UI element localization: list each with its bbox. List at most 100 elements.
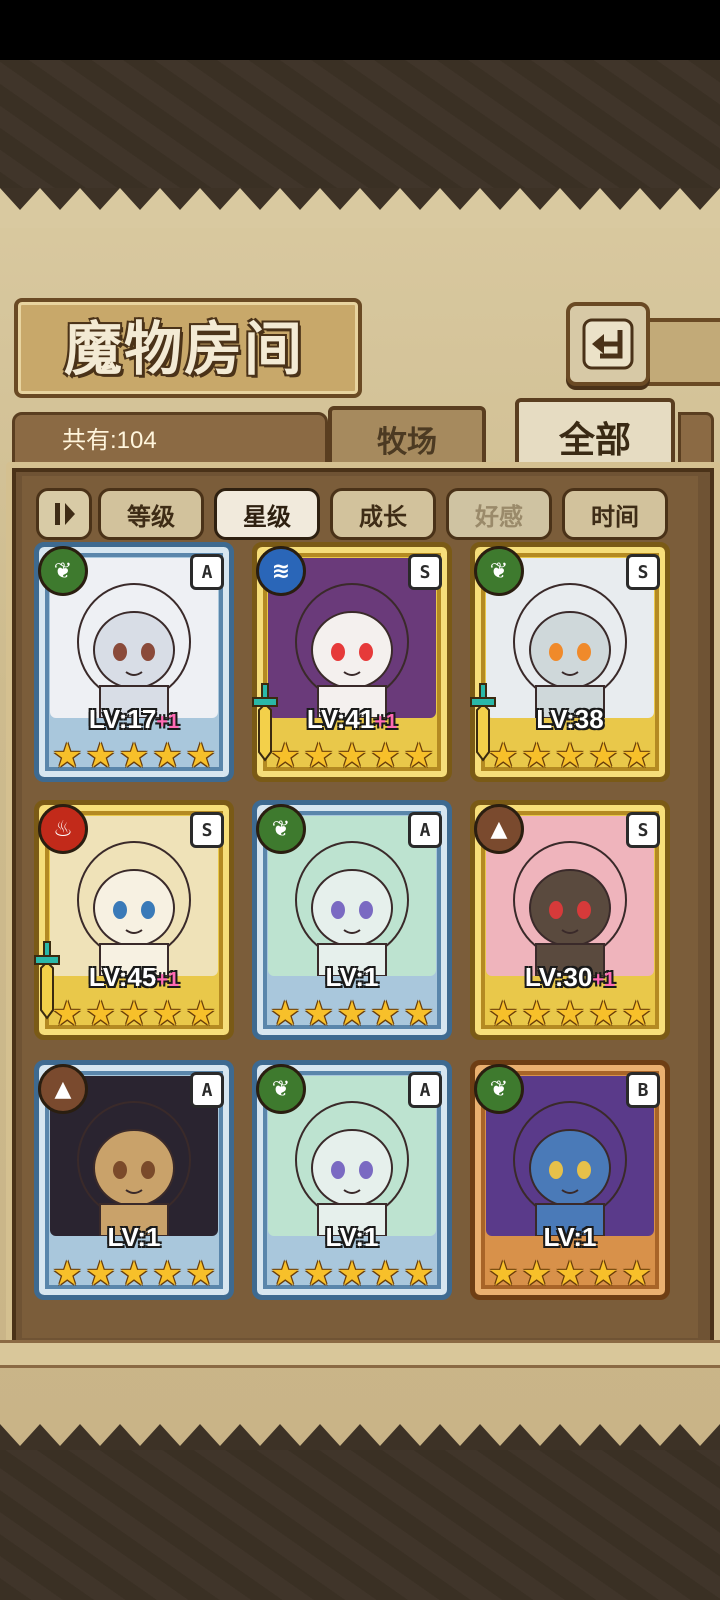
- star-icon: ★: [488, 1254, 519, 1294]
- star-icon: ★: [52, 1254, 83, 1294]
- star-icon: ★: [152, 994, 183, 1034]
- star-icon: ★: [152, 1254, 183, 1294]
- star-icon: ★: [370, 1254, 401, 1294]
- leaf-element-icon: ❦: [256, 1064, 306, 1114]
- level-bonus: +1: [374, 711, 398, 733]
- star-icon: ★: [303, 736, 334, 776]
- star-icon: ★: [303, 1254, 334, 1294]
- back-button-rail: [648, 318, 720, 386]
- star-icon: ★: [403, 1254, 434, 1294]
- background-map-bottom: [0, 1450, 720, 1600]
- star-icon: ★: [621, 736, 652, 776]
- star-icon: ★: [270, 736, 301, 776]
- monster-card[interactable]: ❦ S LV:38 ★ ★ ★ ★ ★: [470, 542, 670, 782]
- level-text: LV:1: [107, 1222, 161, 1252]
- sort-by-growth[interactable]: 成长: [330, 488, 436, 540]
- monster-card[interactable]: ▲ S LV:30+1 ★ ★ ★ ★ ★: [470, 800, 670, 1040]
- star-icon: ★: [185, 994, 216, 1034]
- level-text: LV:17: [88, 704, 157, 734]
- star-icon: ★: [521, 1254, 552, 1294]
- rank-badge: S: [626, 554, 660, 590]
- star-rating: ★ ★ ★ ★ ★: [52, 1256, 216, 1292]
- star-icon: ★: [370, 994, 401, 1034]
- star-icon: ★: [85, 994, 116, 1034]
- monster-card[interactable]: ❦ A LV:1 ★ ★ ★ ★ ★: [252, 800, 452, 1040]
- star-icon: ★: [336, 736, 368, 776]
- monster-count: 共有:104: [62, 427, 157, 454]
- rank-badge: A: [408, 1072, 442, 1108]
- star-rating: ★ ★ ★ ★ ★: [270, 738, 434, 774]
- star-icon: ★: [588, 994, 619, 1034]
- parchment-zigzag-bottom: [0, 1410, 720, 1450]
- level-text: LV:30: [524, 962, 593, 992]
- panel-bottom-rail: [0, 1340, 720, 1368]
- monster-card[interactable]: ♨ S LV:45+1 ★ ★ ★ ★ ★: [34, 800, 234, 1040]
- level-text: LV:1: [325, 962, 379, 992]
- level-text: LV:38: [536, 704, 604, 734]
- star-rating: ★ ★ ★ ★ ★: [52, 996, 216, 1032]
- status-bar: [0, 0, 720, 60]
- leaf-element-icon: ❦: [474, 1064, 524, 1114]
- star-icon: ★: [554, 736, 586, 776]
- page-title: 魔物房间: [63, 315, 304, 383]
- star-icon: ★: [521, 736, 552, 776]
- rank-badge: S: [190, 812, 224, 848]
- count-bar: [12, 412, 328, 468]
- star-icon: ★: [588, 1254, 619, 1294]
- monster-level: LV:17+1: [34, 704, 234, 735]
- star-icon: ★: [52, 994, 83, 1034]
- star-icon: ★: [152, 736, 183, 776]
- star-icon: ★: [488, 994, 519, 1034]
- star-icon: ★: [588, 736, 619, 776]
- star-icon: ★: [336, 994, 368, 1034]
- monster-level: LV:38: [470, 704, 670, 735]
- earth-element-icon: ▲: [38, 1064, 88, 1114]
- earth-element-icon: ▲: [474, 804, 524, 854]
- rank-badge: A: [190, 1072, 224, 1108]
- star-icon: ★: [554, 1254, 586, 1294]
- monster-card[interactable]: ≋ S LV:41+1 ★ ★ ★ ★ ★: [252, 542, 452, 782]
- sort-by-level[interactable]: 等级: [98, 488, 204, 540]
- sort-by-time[interactable]: 时间: [562, 488, 668, 540]
- rank-badge: A: [408, 812, 442, 848]
- star-rating: ★ ★ ★ ★ ★: [52, 738, 216, 774]
- star-icon: ★: [118, 736, 150, 776]
- back-button[interactable]: [566, 302, 650, 386]
- star-icon: ★: [85, 1254, 116, 1294]
- star-icon: ★: [85, 736, 116, 776]
- star-icon: ★: [488, 736, 519, 776]
- star-rating: ★ ★ ★ ★ ★: [270, 996, 434, 1032]
- level-bonus: +1: [156, 969, 180, 991]
- monster-level: LV:45+1: [34, 962, 234, 993]
- monster-card[interactable]: ▲ A LV:1 ★ ★ ★ ★ ★: [34, 1060, 234, 1300]
- star-rating: ★ ★ ★ ★ ★: [488, 996, 652, 1032]
- star-icon: ★: [336, 1254, 368, 1294]
- monster-card[interactable]: ❦ A LV:17+1 ★ ★ ★ ★ ★: [34, 542, 234, 782]
- monster-level: LV:1: [252, 1222, 452, 1253]
- star-icon: ★: [185, 1254, 216, 1294]
- level-text: LV:41: [306, 704, 375, 734]
- sort-order-toggle[interactable]: [36, 488, 92, 540]
- monster-card[interactable]: ❦ B LV:1 ★ ★ ★ ★ ★: [470, 1060, 670, 1300]
- water-element-icon: ≋: [256, 546, 306, 596]
- sort-by-affection[interactable]: 好感: [446, 488, 552, 540]
- star-icon: ★: [118, 1254, 150, 1294]
- star-icon: ★: [303, 994, 334, 1034]
- star-rating: ★ ★ ★ ★ ★: [270, 1256, 434, 1292]
- monster-level: LV:30+1: [470, 962, 670, 993]
- monster-card[interactable]: ❦ A LV:1 ★ ★ ★ ★ ★: [252, 1060, 452, 1300]
- monster-level: LV:41+1: [252, 704, 452, 735]
- parchment-zigzag-top: [0, 188, 720, 228]
- star-icon: ★: [521, 994, 552, 1034]
- star-icon: ★: [554, 994, 586, 1034]
- rank-badge: S: [626, 812, 660, 848]
- star-rating: ★ ★ ★ ★ ★: [488, 738, 652, 774]
- leaf-element-icon: ❦: [256, 804, 306, 854]
- level-bonus: +1: [592, 969, 616, 991]
- rank-badge: A: [190, 554, 224, 590]
- level-bonus: +1: [156, 711, 180, 733]
- star-icon: ★: [118, 994, 150, 1034]
- level-text: LV:1: [325, 1222, 379, 1252]
- star-icon: ★: [403, 994, 434, 1034]
- sort-by-star[interactable]: 星级: [214, 488, 320, 540]
